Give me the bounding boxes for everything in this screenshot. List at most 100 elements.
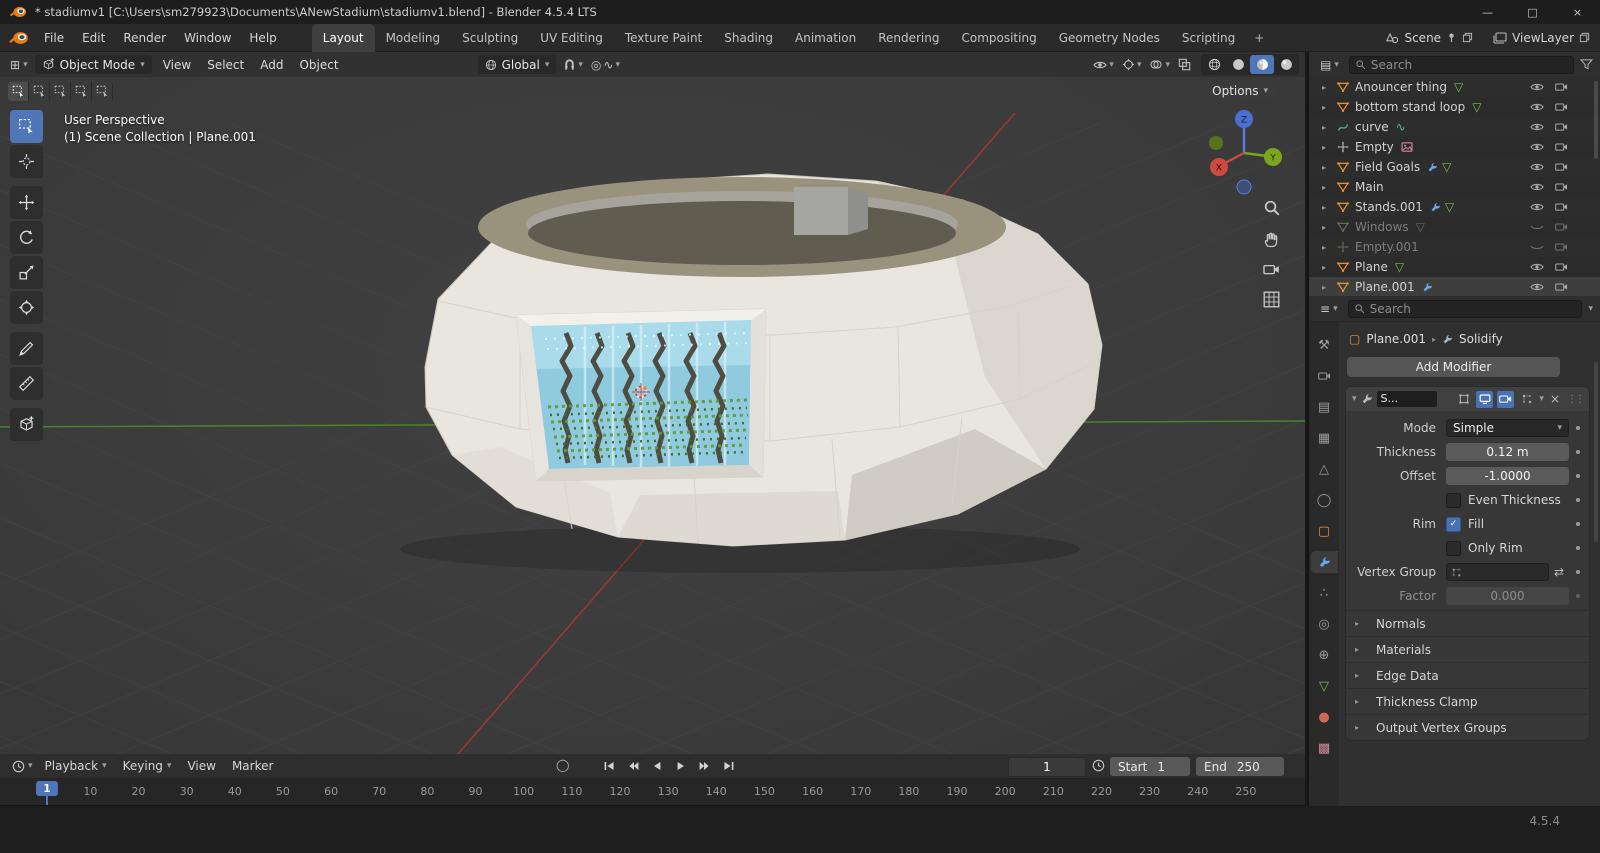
proportional-editing-toggle[interactable]: ◎ ∿ ▾ — [587, 58, 624, 72]
use-preview-range-icon[interactable] — [1092, 759, 1105, 772]
disable-render-icon[interactable] — [1555, 82, 1568, 92]
tool-transform[interactable] — [10, 291, 43, 324]
section-edge-data[interactable]: ▸ Edge Data — [1346, 662, 1589, 688]
tab-physics[interactable]: ◎ — [1311, 613, 1338, 635]
animate-dot[interactable] — [1569, 594, 1587, 598]
tab-geometry-nodes[interactable]: Geometry Nodes — [1048, 24, 1171, 52]
hide-eye-icon[interactable] — [1530, 142, 1544, 152]
tab-view-layer[interactable]: ▦ — [1311, 427, 1338, 449]
tool-move[interactable] — [10, 186, 43, 219]
viewport-canvas[interactable]: User Perspective (1) Scene Collection | … — [0, 77, 1307, 754]
add-workspace-button[interactable]: + — [1246, 24, 1272, 52]
timeline-ruler[interactable]: 1 11020304050607080901001101201301401501… — [0, 779, 1305, 805]
animate-dot[interactable] — [1569, 450, 1587, 454]
select-tweak-button[interactable] — [8, 82, 29, 101]
outliner-row[interactable]: ▸ Field Goals ▽ — [1309, 157, 1600, 177]
hide-eye-icon[interactable] — [1530, 82, 1544, 92]
pan-hand-icon[interactable] — [1263, 231, 1280, 248]
menu-help[interactable]: Help — [240, 24, 285, 52]
jump-to-start-button[interactable] — [598, 756, 620, 776]
tool-measure[interactable] — [10, 367, 43, 400]
tab-compositing[interactable]: Compositing — [950, 24, 1047, 52]
close-button[interactable]: × — [1555, 0, 1600, 24]
tab-rendering[interactable]: Rendering — [867, 24, 950, 52]
animate-dot[interactable] — [1569, 474, 1587, 478]
jump-to-end-button[interactable] — [718, 756, 740, 776]
menu-add[interactable]: Add — [252, 58, 291, 72]
disable-render-icon[interactable] — [1555, 222, 1568, 232]
current-frame-field[interactable]: 1 — [1008, 757, 1086, 777]
section-normals[interactable]: ▸ Normals — [1346, 610, 1589, 636]
tab-material[interactable]: ● — [1311, 706, 1338, 728]
gizmo-axis-x[interactable]: X — [1210, 158, 1228, 176]
tab-sculpting[interactable]: Sculpting — [451, 24, 529, 52]
zoom-icon[interactable] — [1263, 199, 1280, 216]
unhide-eye-closed-icon[interactable] — [1530, 222, 1544, 232]
playhead[interactable]: 1 — [36, 781, 58, 796]
expand-icon[interactable]: ▸ — [1322, 103, 1335, 112]
section-output-vertex-groups[interactable]: ▸ Output Vertex Groups — [1346, 714, 1589, 740]
menu-view[interactable]: View — [155, 58, 199, 72]
breadcrumb-modifier[interactable]: Solidify — [1459, 332, 1503, 346]
outliner-editor-type-button[interactable]: ▤ ▾ — [1316, 58, 1343, 72]
outliner-row[interactable]: ▸ Plane ▽ — [1309, 257, 1600, 277]
even-thickness-checkbox[interactable] — [1446, 492, 1461, 508]
tool-annotate[interactable] — [10, 332, 43, 365]
camera-view-icon[interactable] — [1263, 263, 1280, 276]
disable-render-icon[interactable] — [1555, 202, 1568, 212]
next-keyframe-button[interactable] — [694, 756, 716, 776]
breadcrumb-object[interactable]: Plane.001 — [1366, 332, 1426, 346]
tab-world[interactable]: ◯ — [1311, 489, 1338, 511]
tab-uv-editing[interactable]: UV Editing — [529, 24, 614, 52]
edit-mode-toggle[interactable] — [1455, 391, 1472, 408]
tab-constraints[interactable]: ⊕ — [1311, 644, 1338, 666]
tab-modeling[interactable]: Modeling — [375, 24, 452, 52]
ortho-grid-icon[interactable] — [1263, 291, 1280, 308]
menu-render[interactable]: Render — [114, 24, 175, 52]
drag-handle-icon[interactable]: ⋮⋮ — [1567, 394, 1585, 405]
hide-eye-icon[interactable] — [1530, 282, 1544, 292]
select-box-extend-button[interactable] — [50, 82, 71, 101]
animate-dot[interactable] — [1569, 498, 1587, 502]
tab-shading[interactable]: Shading — [713, 24, 784, 52]
outliner-row[interactable]: ▸ Stands.001 ▽ — [1309, 197, 1600, 217]
outliner-row[interactable]: ▸ Empty.001 — [1309, 237, 1600, 257]
maximize-button[interactable]: □ — [1510, 0, 1555, 24]
blender-menu-logo-icon[interactable] — [8, 30, 29, 46]
tool-scale[interactable] — [10, 256, 43, 289]
modifier-name-field[interactable]: S... — [1376, 391, 1437, 407]
expand-icon[interactable]: ▸ — [1322, 123, 1335, 132]
outliner-row[interactable]: ▸ Empty — [1309, 137, 1600, 157]
tool-rotate[interactable] — [10, 221, 43, 254]
only-rim-checkbox[interactable] — [1446, 540, 1461, 556]
chevron-down-icon[interactable]: ▾ — [1588, 304, 1593, 314]
invert-vertex-group-button[interactable]: ⇄ — [1549, 565, 1569, 579]
delete-modifier-icon[interactable]: × — [1550, 392, 1560, 406]
pin-scene-icon[interactable] — [1446, 32, 1457, 43]
tab-scripting[interactable]: Scripting — [1171, 24, 1246, 52]
disable-render-icon[interactable] — [1555, 242, 1568, 252]
options-button[interactable]: Options ▾ — [1203, 82, 1277, 100]
add-modifier-button[interactable]: Add Modifier — [1347, 357, 1560, 377]
disable-render-icon[interactable] — [1555, 162, 1568, 172]
factor-field[interactable]: 0.000 — [1446, 587, 1569, 605]
outliner-row[interactable]: ▸ curve ∿ — [1309, 117, 1600, 137]
gizmo-axis-z[interactable]: Z — [1235, 110, 1253, 128]
mode-dropdown[interactable]: Simple ▾ — [1446, 419, 1569, 437]
disable-render-icon[interactable] — [1555, 142, 1568, 152]
render-display-toggle[interactable] — [1497, 390, 1515, 408]
expand-icon[interactable]: ▸ — [1322, 243, 1335, 252]
shading-wireframe-button[interactable] — [1202, 55, 1226, 74]
disable-render-icon[interactable] — [1555, 182, 1568, 192]
outliner-row-active[interactable]: ▸ Plane.001 — [1309, 277, 1600, 296]
tab-particles[interactable]: ∴ — [1311, 582, 1338, 604]
menu-file[interactable]: File — [35, 24, 73, 52]
hide-eye-icon[interactable] — [1530, 102, 1544, 112]
minimize-button[interactable]: — — [1465, 0, 1510, 24]
collapse-icon[interactable]: ▾ — [1352, 394, 1357, 404]
modifier-extras-icon[interactable]: ▾ — [1539, 394, 1544, 404]
gizmo-axis-y-neg[interactable] — [1209, 136, 1223, 150]
play-button[interactable] — [670, 756, 692, 776]
menu-keying[interactable]: Keying ▾ — [115, 759, 180, 773]
tool-add-cube[interactable] — [10, 408, 43, 441]
